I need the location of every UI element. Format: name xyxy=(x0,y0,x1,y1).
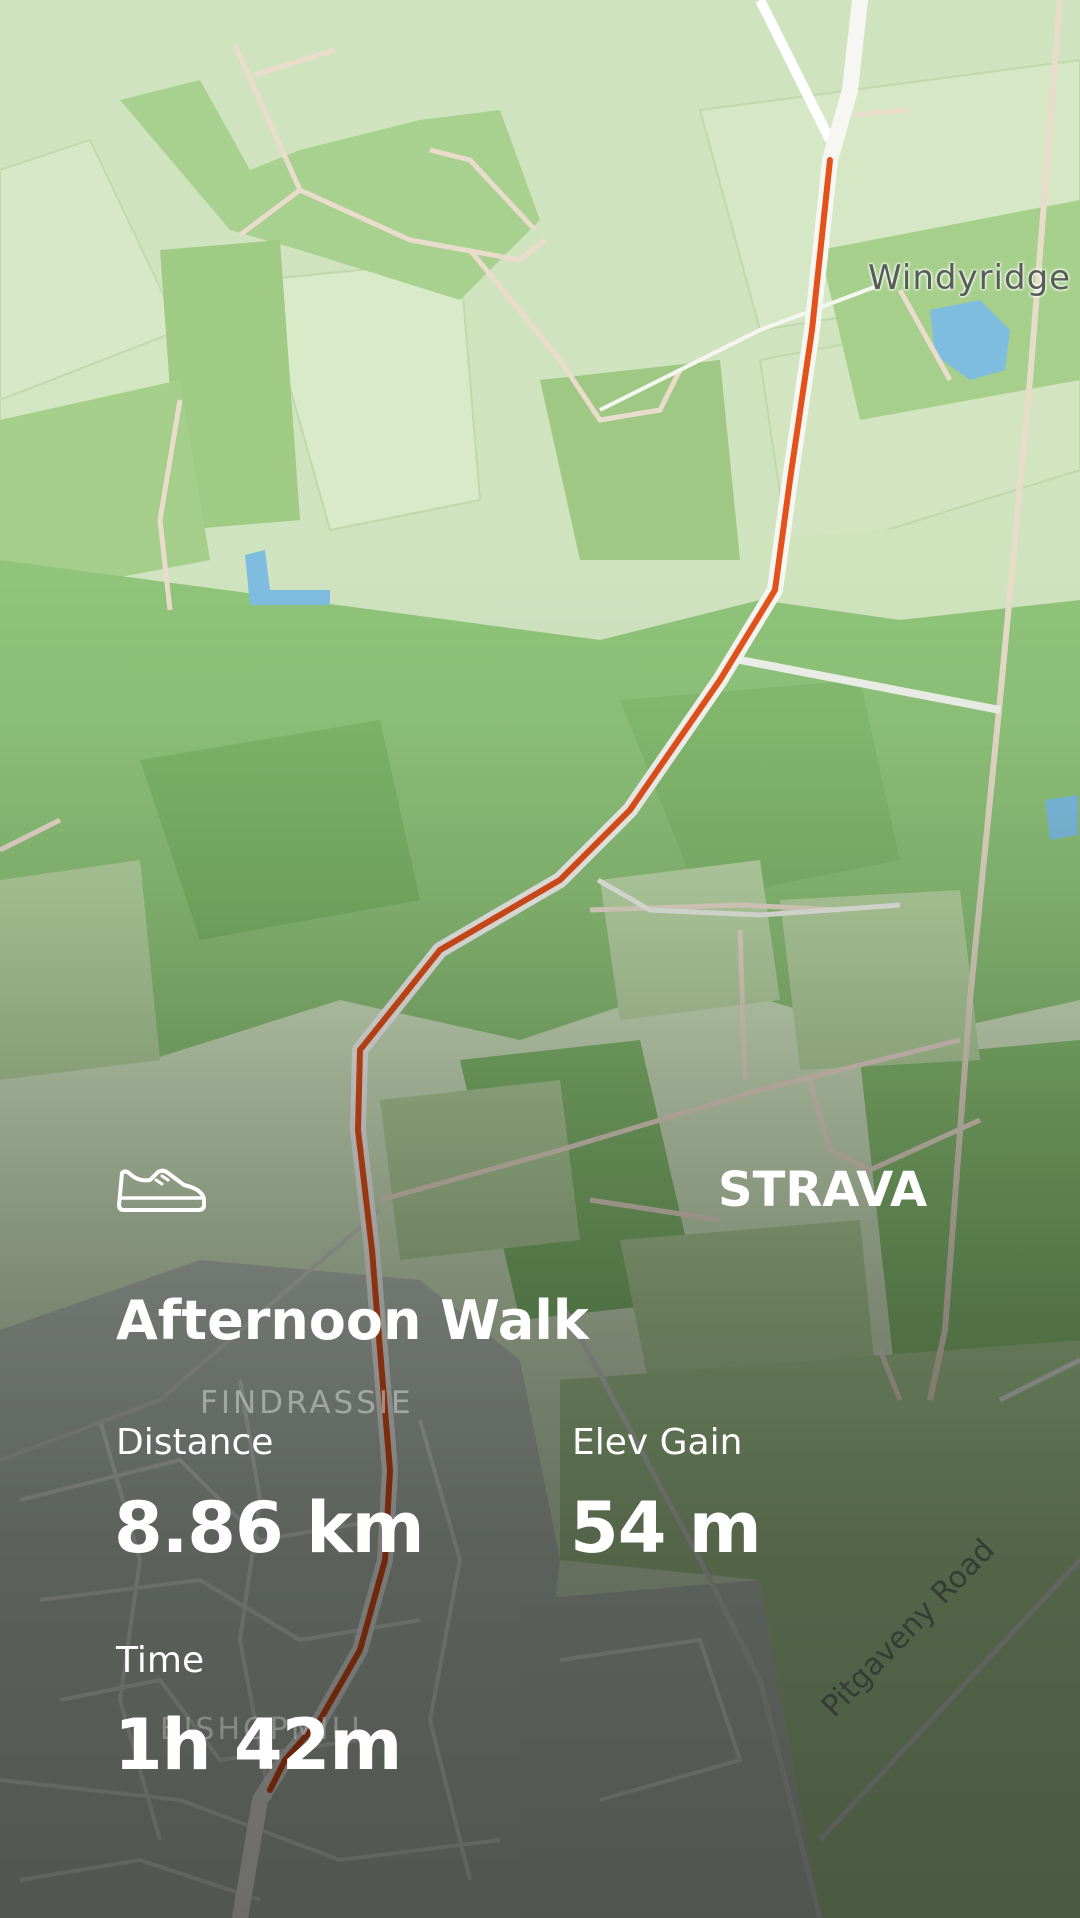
activity-title: Afternoon Walk xyxy=(116,1289,589,1352)
elev-gain-label: Elev Gain xyxy=(572,1422,743,1463)
activity-share-card: Windyridge FINDRASSIE BISHOPMILL Pitgave… xyxy=(0,0,1080,1918)
time-value: 1h 42m xyxy=(114,1704,402,1786)
map-field xyxy=(600,860,780,1020)
map-water xyxy=(1045,795,1078,840)
elev-gain-value: 54 m xyxy=(570,1487,762,1569)
strava-logo: STRAVA xyxy=(718,1162,928,1218)
distance-label: Distance xyxy=(116,1422,274,1463)
place-label-findrassie: FINDRASSIE xyxy=(200,1385,414,1421)
map-town xyxy=(0,1260,560,1918)
distance-value: 8.86 km xyxy=(114,1487,425,1569)
place-label-windyridge: Windyridge xyxy=(868,258,1072,298)
map-field xyxy=(0,860,160,1080)
time-label: Time xyxy=(116,1640,205,1681)
shoe-icon xyxy=(117,1168,206,1212)
